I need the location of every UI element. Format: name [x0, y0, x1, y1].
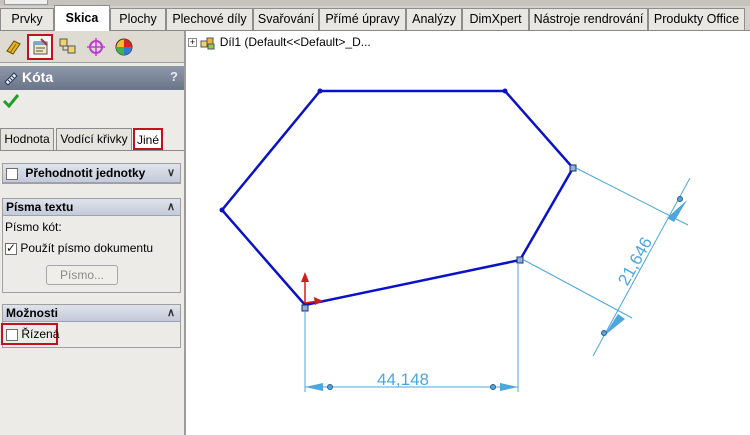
options-title: Možnosti: [6, 306, 58, 320]
tab-plochy[interactable]: Plochy: [110, 8, 166, 30]
property-manager-panel: Kóta ? Hodnota Vodící křivky Jiné Přehod…: [0, 31, 186, 435]
dimension-handle[interactable]: [490, 384, 496, 390]
manager-tabs: [0, 31, 184, 63]
solidworks-window: Prvky Skica Plochy Plechové díly Svařová…: [0, 0, 750, 435]
horizontal-dimension-value[interactable]: 44,148: [377, 370, 429, 389]
options-group: Možnosti ∧ Řízená: [1, 304, 181, 348]
display-manager-tab[interactable]: [111, 34, 137, 60]
help-icon[interactable]: ?: [170, 69, 178, 84]
use-document-font-checkbox[interactable]: [5, 241, 17, 255]
text-fonts-header[interactable]: Písma textu ∧: [3, 199, 180, 216]
dimension-handle[interactable]: [601, 330, 607, 336]
origin-icon: [301, 272, 323, 305]
tab-plechove-dily[interactable]: Plechové díly: [166, 8, 253, 30]
sketch-polygon[interactable]: [219, 88, 577, 312]
aligned-dimension[interactable]: 21,646: [523, 167, 691, 357]
ok-button[interactable]: [2, 93, 20, 112]
font-button[interactable]: Písmo...: [46, 265, 118, 285]
property-manager-icon: [33, 38, 48, 55]
sketch-point[interactable]: [502, 88, 508, 94]
collapse-chevron-icon[interactable]: ∧: [167, 305, 175, 321]
tab-produkty-office[interactable]: Produkty Office: [648, 8, 745, 30]
collapse-chevron-icon[interactable]: ∧: [167, 199, 175, 215]
override-units-header[interactable]: Přehodnotit jednotky ∨: [3, 164, 180, 183]
override-units-checkbox[interactable]: [6, 167, 18, 180]
graphics-area[interactable]: 44,148 21,646: [188, 31, 750, 435]
use-document-font-label: Použít písmo dokumentu: [20, 241, 154, 255]
text-fonts-group: Písma textu ∧ Písmo kót: Použít písmo do…: [2, 198, 181, 293]
driven-checkbox[interactable]: [6, 328, 18, 341]
subtab-vodici-krivky[interactable]: Vodící křivky: [56, 128, 132, 150]
feature-manager-tab[interactable]: [1, 34, 27, 60]
dimxpert-manager-icon: [87, 38, 105, 56]
tab-prvky[interactable]: Prvky: [0, 8, 54, 30]
command-manager-collapse-handle[interactable]: [4, 0, 48, 5]
display-manager-icon: [115, 38, 133, 56]
use-document-font-row[interactable]: Použít písmo dokumentu: [5, 241, 153, 255]
expand-chevron-icon[interactable]: ∨: [167, 164, 175, 183]
sketch-point[interactable]: [219, 207, 225, 213]
sketch-outline[interactable]: [220, 89, 575, 307]
command-manager-tabs: Prvky Skica Plochy Plechové díly Svařová…: [0, 0, 750, 31]
subtab-hodnota[interactable]: Hodnota: [0, 128, 54, 150]
tab-nastroje-rendrovani[interactable]: Nástroje rendrování: [529, 8, 648, 30]
ok-check-icon: [2, 94, 20, 109]
driven-row[interactable]: Řízená: [1, 323, 60, 345]
selected-vertex[interactable]: [569, 164, 577, 172]
text-fonts-title: Písma textu: [6, 200, 74, 214]
tab-skica[interactable]: Skica: [54, 5, 110, 31]
tab-prime-upravy[interactable]: Přímé úpravy: [319, 8, 406, 30]
tab-svarovani[interactable]: Svařování: [253, 8, 319, 30]
tab-analyzy[interactable]: Analýzy: [406, 8, 462, 30]
dimension-handle[interactable]: [327, 384, 333, 390]
aligned-dimension-value[interactable]: 21,646: [614, 234, 656, 289]
configuration-manager-tab[interactable]: [55, 34, 81, 60]
command-manager-band: [0, 0, 750, 6]
override-units-label: Přehodnotit jednotky: [25, 166, 146, 180]
subtab-jine[interactable]: Jiné: [133, 128, 163, 150]
sketch-point[interactable]: [317, 88, 323, 94]
options-header[interactable]: Možnosti ∧: [3, 305, 180, 322]
selected-vertex[interactable]: [516, 256, 524, 264]
property-manager-titlebar: Kóta ?: [0, 66, 184, 90]
feature-manager-icon: [6, 40, 21, 55]
property-manager-tab[interactable]: [27, 34, 53, 60]
configuration-manager-icon: [59, 38, 76, 54]
dimension-subtabs: Hodnota Vodící křivky Jiné: [0, 126, 184, 151]
dimension-icon: [4, 72, 18, 86]
dimension-font-label: Písmo kót:: [5, 220, 62, 234]
tab-dimxpert[interactable]: DimXpert: [462, 8, 529, 30]
override-units-group: Přehodnotit jednotky ∨: [2, 163, 181, 184]
property-manager-title: Kóta: [22, 69, 54, 85]
selected-vertex[interactable]: [301, 304, 309, 312]
driven-label: Řízená: [21, 327, 60, 341]
dimxpert-manager-tab[interactable]: [83, 34, 109, 60]
dimension-handle[interactable]: [677, 196, 683, 202]
